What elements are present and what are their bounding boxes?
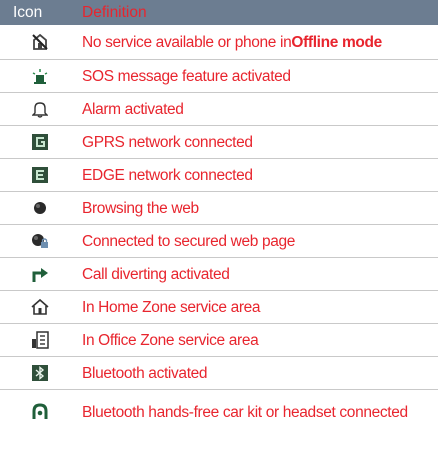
globe-icon xyxy=(0,192,80,224)
sos-icon xyxy=(0,60,80,92)
table-row: SOS message feature activated xyxy=(0,60,438,93)
table-row: Browsing the web xyxy=(0,192,438,225)
headset-icon xyxy=(0,390,80,434)
header-definition-label: Definition xyxy=(82,4,147,21)
row-text: SOS message feature activated xyxy=(82,67,291,85)
row-text: In Home Zone service area xyxy=(82,298,261,316)
header-icon-label: Icon xyxy=(13,4,43,21)
home-zone-icon xyxy=(0,291,80,323)
secure-globe-icon xyxy=(0,225,80,257)
edge-icon xyxy=(0,159,80,191)
alarm-bell-icon xyxy=(0,93,80,125)
row-text: No service available or phone in xyxy=(82,33,292,51)
table-row: Alarm activated xyxy=(0,93,438,126)
row-text: In Office Zone service area xyxy=(82,331,259,349)
table-row: In Office Zone service area xyxy=(0,324,438,357)
offline-mode-highlight: Offline mode xyxy=(291,33,382,51)
row-text: Call diverting activated xyxy=(82,265,230,283)
table-row: Bluetooth activated xyxy=(0,357,438,390)
table-row: Call diverting activated xyxy=(0,258,438,291)
table-row: Connected to secured web page xyxy=(0,225,438,258)
table-row: GPRS network connected xyxy=(0,126,438,159)
no-service-icon xyxy=(0,25,80,59)
table-row: EDGE network connected xyxy=(0,159,438,192)
bluetooth-icon xyxy=(0,357,80,389)
table-row: In Home Zone service area xyxy=(0,291,438,324)
table-row: No service available or phone in Offline… xyxy=(0,25,438,60)
row-text: GPRS network connected xyxy=(82,133,253,151)
office-zone-icon xyxy=(0,324,80,356)
call-divert-icon xyxy=(0,258,80,290)
icon-definition-table: Icon Definition No service available or … xyxy=(0,0,438,434)
row-text: Alarm activated xyxy=(82,100,184,118)
table-header: Icon Definition xyxy=(0,0,438,25)
row-text: EDGE network connected xyxy=(82,166,253,184)
gprs-icon xyxy=(0,126,80,158)
row-text: Connected to secured web page xyxy=(82,232,296,250)
row-text: Bluetooth hands-free car kit or headset … xyxy=(82,404,408,421)
row-text: Browsing the web xyxy=(82,199,199,217)
row-text: Bluetooth activated xyxy=(82,364,208,382)
table-row: Bluetooth hands-free car kit or headset … xyxy=(0,390,438,434)
